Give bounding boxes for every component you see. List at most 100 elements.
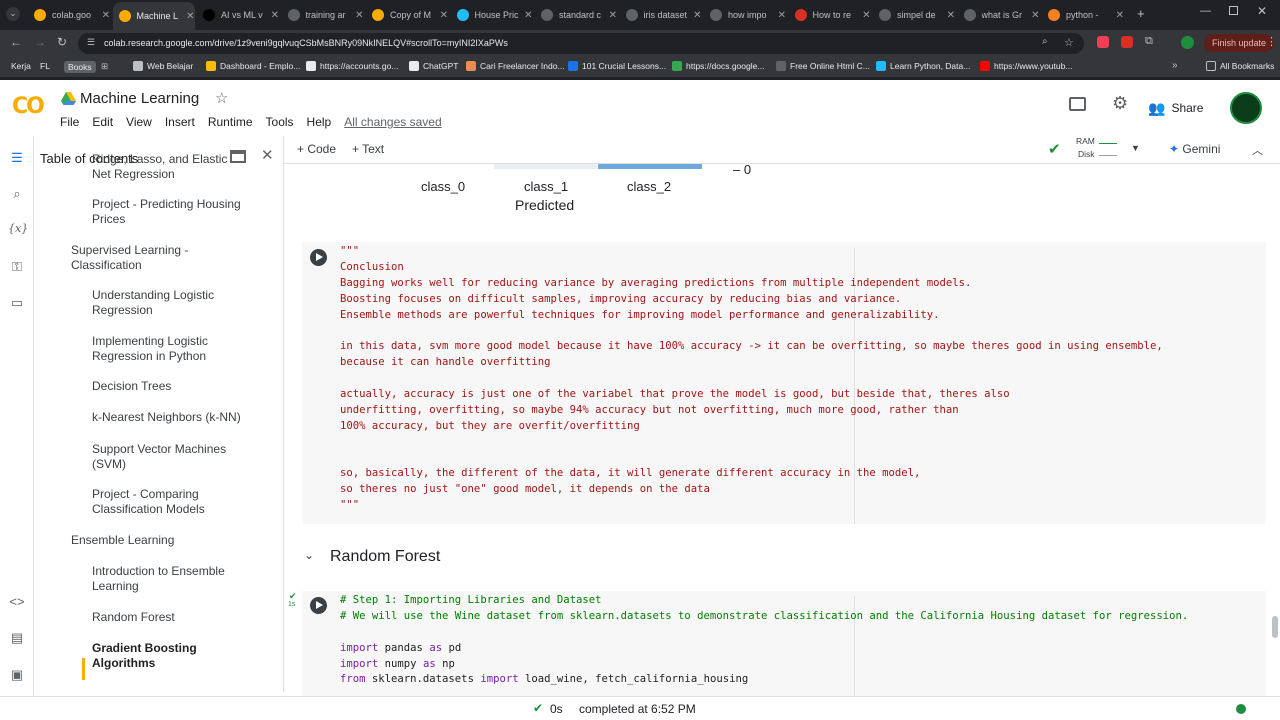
apps-grid-icon[interactable]: ⊞: [101, 61, 108, 72]
search-icon[interactable]: ⌕: [8, 186, 26, 204]
browser-tab[interactable]: Copy of M ✕: [366, 4, 448, 26]
run-cell-button[interactable]: [310, 597, 327, 614]
status-completed[interactable]: completed at 6:52 PM: [579, 702, 696, 716]
tab-close-icon[interactable]: ✕: [947, 10, 955, 21]
tab-close-icon[interactable]: ✕: [862, 10, 870, 21]
toc-item[interactable]: Decision Trees: [92, 379, 242, 394]
browser-tab[interactable]: simpel de ✕: [873, 4, 955, 26]
back-icon[interactable]: ←: [10, 35, 22, 49]
browser-tab[interactable]: what is Gr ✕: [958, 4, 1040, 26]
toc-item[interactable]: Gradient Boosting Algorithms: [92, 641, 242, 671]
bookmark-item[interactable]: https://www.youtub...: [980, 61, 1072, 71]
conclusion-cell[interactable]: """ Conclusion Bagging works well for redu…: [302, 242, 1266, 524]
tab-close-icon[interactable]: ✕: [693, 10, 701, 21]
bookmark-item[interactable]: Books: [64, 61, 96, 73]
save-status-link[interactable]: All changes saved: [344, 115, 441, 129]
toc-item[interactable]: Support Vector Machines (SVM): [92, 442, 242, 472]
code-snippets-icon[interactable]: <>: [8, 594, 26, 612]
tab-close-icon[interactable]: ✕: [102, 10, 110, 21]
bookmark-item[interactable]: 101 Crucial Lessons...: [568, 61, 666, 71]
tab-close-icon[interactable]: ✕: [186, 11, 194, 22]
new-tab-button[interactable]: +: [1137, 6, 1145, 21]
menu-runtime[interactable]: Runtime: [208, 115, 253, 129]
browser-tab[interactable]: AI vs ML v ✕: [197, 4, 279, 26]
bookmark-star-icon[interactable]: ☆: [1064, 36, 1074, 49]
code-editor[interactable]: # Step 1: Importing Libraries and Datase…: [340, 593, 1260, 688]
reload-icon[interactable]: ↻: [57, 35, 67, 49]
bookmark-item[interactable]: Free Online Html C...: [776, 61, 870, 71]
share-button[interactable]: 👥 Share: [1148, 94, 1203, 122]
tab-close-icon[interactable]: ✕: [440, 10, 448, 21]
bookmark-item[interactable]: Dashboard - Emplo...: [206, 61, 300, 71]
menu-view[interactable]: View: [126, 115, 152, 129]
menu-insert[interactable]: Insert: [165, 115, 195, 129]
toc-item[interactable]: Project - Predicting Housing Prices: [92, 197, 242, 227]
toc-item[interactable]: Implementing Logistic Regression in Pyth…: [92, 334, 242, 364]
files-folder-icon[interactable]: ▭: [8, 295, 26, 313]
toc-item[interactable]: Supervised Learning - Classification: [71, 243, 221, 273]
menu-tools[interactable]: Tools: [266, 115, 294, 129]
comments-icon[interactable]: [1069, 97, 1086, 111]
close-window-icon[interactable]: ✕: [1257, 4, 1267, 18]
address-bar[interactable]: ☰ colab.research.google.com/drive/1z9ven…: [78, 33, 1084, 54]
browser-menu-icon[interactable]: ⋮: [1266, 35, 1277, 48]
zoom-icon[interactable]: ⌕: [1042, 36, 1048, 47]
bookmark-item[interactable]: Web Belajar: [133, 61, 193, 71]
browser-tab[interactable]: how impo ✕: [704, 4, 786, 26]
bookmark-item[interactable]: https://accounts.go...: [306, 61, 398, 71]
bookmark-item[interactable]: Learn Python, Data...: [876, 61, 970, 71]
add-code-button[interactable]: + Code: [297, 142, 336, 156]
bookmark-item[interactable]: ChatGPT: [409, 61, 458, 71]
browser-tab[interactable]: House Pric ✕: [451, 4, 533, 26]
collapse-header-icon[interactable]: ︿: [1252, 142, 1263, 158]
add-text-button[interactable]: + Text: [352, 142, 384, 156]
star-icon[interactable]: ☆: [215, 89, 228, 107]
minimize-icon[interactable]: —: [1200, 5, 1211, 17]
gemini-button[interactable]: ✦ Gemini: [1169, 142, 1220, 156]
toc-item[interactable]: k-Nearest Neighbors (k-NN): [92, 410, 242, 425]
tab-close-icon[interactable]: ✕: [524, 10, 532, 21]
browser-tab[interactable]: standard c ✕: [535, 4, 617, 26]
restore-icon[interactable]: [1229, 6, 1238, 15]
notebook-title[interactable]: Machine Learning: [80, 90, 199, 107]
variables-icon[interactable]: {x}: [8, 222, 28, 240]
browser-tab[interactable]: training ar ✕: [282, 4, 364, 26]
resources-dropdown-icon[interactable]: ▼: [1131, 143, 1140, 153]
toc-item[interactable]: Ridge, Lasso, and Elastic Net Regression: [92, 152, 242, 182]
site-info-icon[interactable]: ☰: [87, 37, 95, 48]
terminal-icon[interactable]: ▣: [8, 667, 26, 685]
mendeley-extension-icon[interactable]: [1121, 36, 1133, 48]
notebook-scrollbar[interactable]: [1272, 616, 1278, 638]
browser-tab[interactable]: Machine L ✕: [112, 2, 195, 30]
tab-close-icon[interactable]: ✕: [1031, 10, 1039, 21]
tab-close-icon[interactable]: ✕: [778, 10, 786, 21]
all-bookmarks-link[interactable]: All Bookmarks: [1206, 61, 1274, 71]
bookmark-item[interactable]: https://docs.google...: [672, 61, 764, 71]
toc-item[interactable]: Ensemble Learning: [71, 533, 221, 548]
pocket-extension-icon[interactable]: [1097, 36, 1109, 48]
tab-close-icon[interactable]: ✕: [1116, 10, 1124, 21]
colab-logo[interactable]: CO: [12, 94, 45, 119]
avatar[interactable]: [1230, 92, 1262, 124]
tab-close-icon[interactable]: ✕: [609, 10, 617, 21]
browser-tab[interactable]: python - ✕: [1042, 4, 1124, 26]
code-cell[interactable]: ✔ 1s # Step 1: Importing Libraries and D…: [288, 591, 1266, 696]
finish-update-button[interactable]: Finish update: [1204, 34, 1275, 52]
run-cell-button[interactable]: [310, 249, 327, 266]
bookmark-item[interactable]: Kerja: [11, 61, 31, 71]
collapse-section-icon[interactable]: ⌄: [304, 548, 314, 562]
tab-search-icon[interactable]: ⌄: [6, 7, 20, 21]
more-bookmarks-icon[interactable]: »: [1172, 60, 1178, 71]
toc-item[interactable]: Random Forest: [92, 610, 242, 625]
secrets-key-icon[interactable]: ⚿: [8, 259, 26, 277]
profile-icon[interactable]: [1181, 36, 1194, 49]
toc-icon[interactable]: ☰: [8, 150, 26, 168]
browser-tab[interactable]: How to re ✕: [789, 4, 871, 26]
extensions-icon[interactable]: ⧉: [1145, 35, 1153, 48]
bookmark-item[interactable]: Cari Freelancer Indo...: [466, 61, 565, 71]
tab-close-icon[interactable]: ✕: [271, 10, 279, 21]
command-palette-icon[interactable]: ▤: [8, 630, 26, 648]
toc-item[interactable]: Understanding Logistic Regression: [92, 288, 242, 318]
browser-tab[interactable]: iris dataset ✕: [620, 4, 702, 26]
menu-help[interactable]: Help: [307, 115, 332, 129]
